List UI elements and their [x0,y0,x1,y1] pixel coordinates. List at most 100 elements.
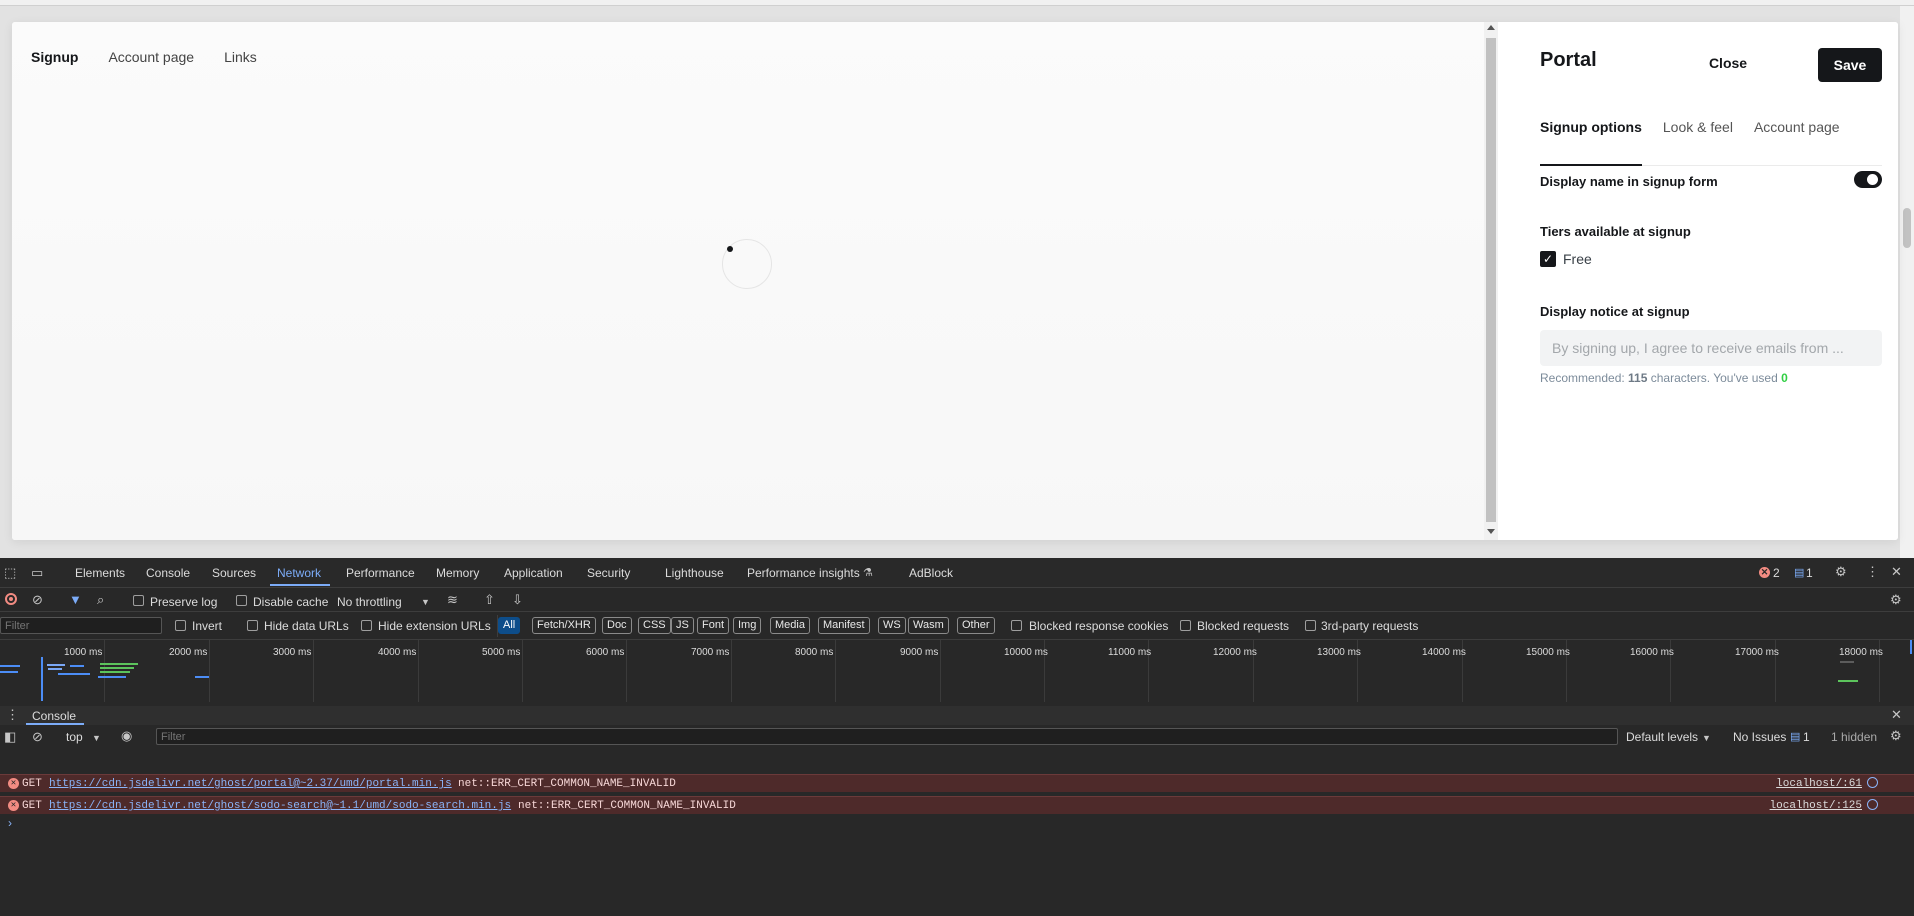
type-filter-wasm[interactable]: Wasm [908,617,949,634]
device-toolbar-icon[interactable]: ▭ [31,566,43,580]
tab-performance[interactable]: Performance [346,566,415,580]
chevron-down-icon[interactable]: ▼ [92,731,101,745]
chevron-down-icon[interactable]: ▼ [1702,731,1711,745]
third-party-checkbox[interactable] [1305,620,1316,631]
type-filter-fetch-xhr[interactable]: Fetch/XHR [532,617,596,634]
preview-tab-signup[interactable]: Signup [31,49,78,65]
preview-tab-account-page[interactable]: Account page [108,49,194,65]
close-drawer-icon[interactable]: ✕ [1891,708,1902,722]
page-scrollbar[interactable] [1900,6,1914,558]
page-scrollbar-thumb[interactable] [1903,208,1911,248]
hide-data-urls-checkbox[interactable] [247,620,258,631]
throttling-select[interactable]: No throttling [337,595,402,609]
clear-console-icon[interactable]: ⊘ [32,730,43,744]
type-filter-ws[interactable]: WS [878,617,906,634]
tab-application[interactable]: Application [504,566,563,580]
display-name-toggle[interactable] [1854,171,1882,188]
network-request-globe-icon[interactable] [1867,799,1878,810]
console-prompt-chevron-icon[interactable]: › [8,816,12,830]
error-count[interactable]: 2 [1773,566,1780,580]
network-settings-gear-icon[interactable]: ⚙ [1890,593,1902,607]
network-conditions-icon[interactable]: ≋ [447,593,458,607]
tier-free-checkbox[interactable]: ✓ [1540,251,1556,267]
issues-label[interactable]: No Issues [1733,730,1786,744]
tab-look-and-feel[interactable]: Look & feel [1663,119,1733,166]
drawer-tab-console[interactable]: Console [32,709,76,723]
network-request-globe-icon[interactable] [1867,777,1878,788]
clear-icon[interactable]: ⊘ [32,593,43,607]
tab-console[interactable]: Console [146,566,190,580]
type-filter-manifest[interactable]: Manifest [818,617,870,634]
blocked-cookies-checkbox[interactable] [1011,620,1022,631]
sidebar-toggle-icon[interactable]: ◧ [4,730,16,744]
type-filter-doc[interactable]: Doc [602,617,632,634]
close-button[interactable]: Close [1706,46,1750,80]
tab-account-page[interactable]: Account page [1754,119,1840,166]
network-overview-timeline[interactable]: 1000 ms 2000 ms 3000 ms 4000 ms 5000 ms 6000 … [0,640,1914,702]
log-levels-select[interactable]: Default levels [1626,730,1698,744]
log-source-link[interactable]: localhost/:125 [1770,800,1862,812]
preview-tab-links[interactable]: Links [224,49,257,65]
console-log-row[interactable]: ✕ GET https://cdn.jsdelivr.net/ghost/por… [0,774,1914,792]
type-filter-js[interactable]: JS [671,617,694,634]
type-filter-other[interactable]: Other [957,617,995,634]
issue-message-icon[interactable]: ▤ [1790,730,1800,743]
tab-memory[interactable]: Memory [436,566,479,580]
console-settings-gear-icon[interactable]: ⚙ [1890,729,1902,743]
timeline-bar [100,667,134,669]
scroll-down-arrow-icon[interactable] [1487,529,1495,534]
message-count[interactable]: 1 [1806,566,1813,580]
network-filter-input[interactable] [0,617,162,634]
invert-checkbox[interactable] [175,620,186,631]
search-icon[interactable]: ⌕ [97,593,104,607]
tab-signup-options[interactable]: Signup options [1540,119,1642,166]
export-har-icon[interactable]: ⇩ [512,593,523,607]
tab-network[interactable]: Network [277,566,321,580]
context-selector[interactable]: top [66,730,83,744]
inspect-element-icon[interactable]: ⬚ [4,566,16,580]
filter-icon[interactable]: ▼ [69,593,82,607]
blocked-requests-checkbox[interactable] [1180,620,1191,631]
type-filter-css[interactable]: CSS [638,617,671,634]
disable-cache-checkbox[interactable] [236,595,247,606]
save-button[interactable]: Save [1818,48,1882,82]
close-devtools-icon[interactable]: ✕ [1891,565,1902,579]
timeline-gridline [626,640,627,702]
type-filter-media[interactable]: Media [770,617,810,634]
issues-count[interactable]: 1 [1803,730,1810,744]
more-options-icon[interactable]: ⋮ [1866,565,1879,579]
stop-recording-icon[interactable] [5,593,17,605]
type-filter-all[interactable]: All [498,617,521,634]
error-count-icon[interactable]: ✕ [1759,567,1770,578]
tab-sources[interactable]: Sources [212,566,256,580]
log-url-link[interactable]: https://cdn.jsdelivr.net/ghost/portal@~2… [49,778,452,790]
console-filter-input[interactable] [156,728,1618,745]
portal-settings-modal: Signup Account page Links Portal Close S… [12,22,1898,540]
tab-adblock[interactable]: AdBlock [909,566,953,580]
timeline-gridline [731,640,732,702]
type-filter-img[interactable]: Img [733,617,762,634]
timeline-bar [0,671,18,673]
tab-performance-insights[interactable]: Performance insights [747,566,860,580]
preserve-log-checkbox[interactable] [133,595,144,606]
flask-icon: ⚗ [863,567,873,579]
tab-security[interactable]: Security [587,566,630,580]
signup-notice-input[interactable] [1540,330,1882,366]
hide-extension-urls-checkbox[interactable] [361,620,372,631]
chevron-down-icon[interactable]: ▼ [421,595,430,609]
blocked-requests-label: Blocked requests [1197,619,1290,633]
tab-lighthouse[interactable]: Lighthouse [665,566,724,580]
log-url-link[interactable]: https://cdn.jsdelivr.net/ghost/sodo-sear… [49,800,511,812]
console-log-row[interactable]: ✕ GET https://cdn.jsdelivr.net/ghost/sod… [0,796,1914,814]
type-filter-font[interactable]: Font [697,617,730,634]
live-expression-eye-icon[interactable]: ◉ [121,729,132,743]
import-har-icon[interactable]: ⇧ [484,593,495,607]
drawer-menu-icon[interactable]: ⋮ [6,708,19,722]
preview-scrollbar[interactable] [1484,22,1498,540]
log-source-link[interactable]: localhost/:61 [1776,778,1862,790]
scroll-up-arrow-icon[interactable] [1487,25,1495,30]
preview-scrollbar-thumb[interactable] [1486,38,1496,522]
message-icon[interactable]: ▤ [1794,566,1804,579]
tab-elements[interactable]: Elements [75,566,125,580]
settings-gear-icon[interactable]: ⚙ [1835,565,1847,579]
